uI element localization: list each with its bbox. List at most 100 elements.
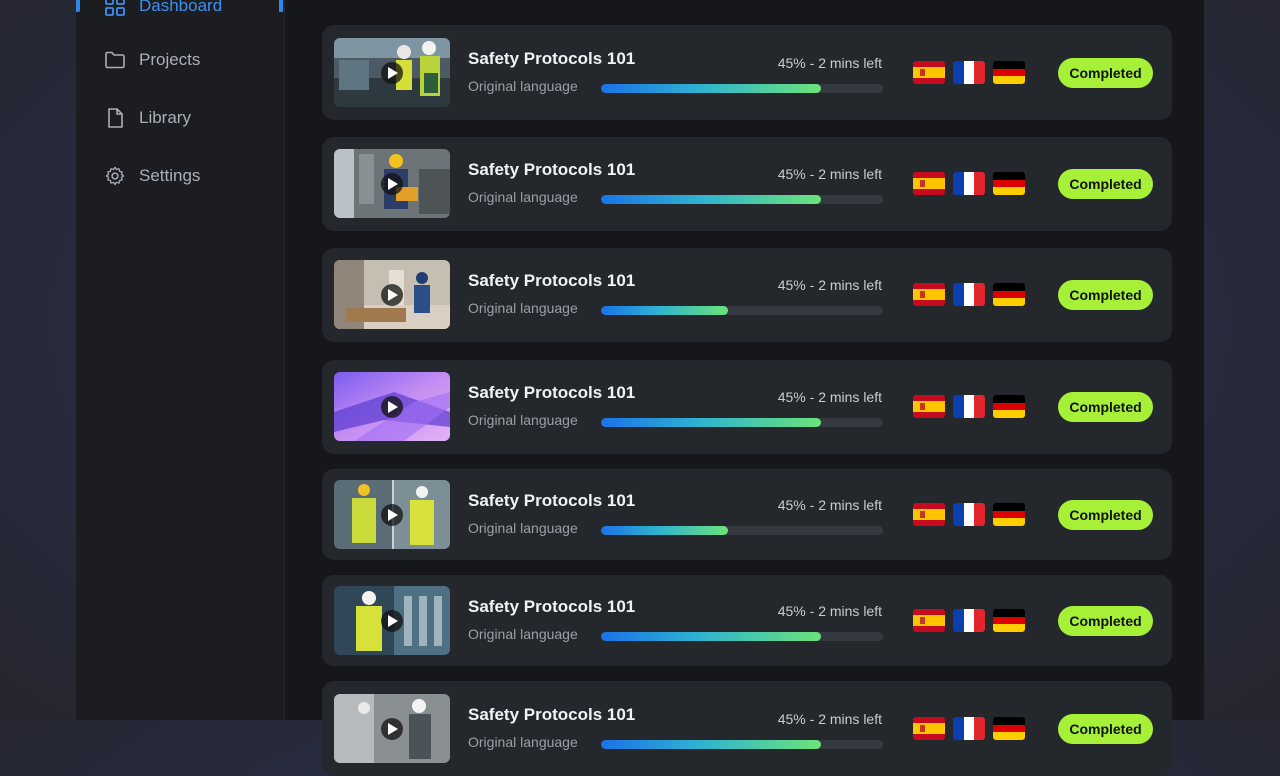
play-icon	[381, 396, 403, 418]
video-thumbnail[interactable]	[334, 372, 450, 441]
german-flag[interactable]	[993, 395, 1025, 418]
play-icon	[381, 284, 403, 306]
video-title: Safety Protocols 101	[468, 271, 636, 290]
video-thumbnail[interactable]	[334, 149, 450, 218]
status-badge: Completed	[1058, 169, 1153, 199]
video-title: Safety Protocols 101	[468, 383, 636, 402]
progress-fill	[601, 195, 821, 204]
progress-bar	[601, 632, 883, 641]
video-card[interactable]: Safety Protocols 101 Original language 4…	[322, 469, 1172, 560]
language-flags	[913, 717, 1025, 740]
progress-fill	[601, 632, 821, 641]
german-flag[interactable]	[993, 609, 1025, 632]
progress-text: 45% - 2 mins left	[777, 711, 882, 727]
status-badge: Completed	[1058, 714, 1153, 744]
french-flag[interactable]	[953, 283, 985, 306]
play-icon	[381, 504, 403, 526]
video-card[interactable]: Safety Protocols 101 Original language 4…	[322, 575, 1172, 666]
video-thumbnail[interactable]	[334, 260, 450, 329]
progress-text: 45% - 2 mins left	[777, 497, 882, 513]
sidebar-item-library[interactable]: Library	[76, 98, 284, 138]
status-badge: Completed	[1058, 606, 1153, 636]
spanish-flag[interactable]	[913, 61, 945, 84]
language-flags	[913, 283, 1025, 306]
video-subtitle: Original language	[468, 189, 578, 205]
german-flag[interactable]	[993, 503, 1025, 526]
active-indicator-right	[279, 0, 283, 12]
video-card[interactable]: Safety Protocols 101 Original language 4…	[322, 681, 1172, 776]
spanish-flag[interactable]	[913, 609, 945, 632]
progress-bar	[601, 740, 883, 749]
video-subtitle: Original language	[468, 412, 578, 428]
video-title: Safety Protocols 101	[468, 597, 636, 616]
french-flag[interactable]	[953, 395, 985, 418]
spanish-flag[interactable]	[913, 395, 945, 418]
active-indicator	[76, 0, 80, 12]
progress-text: 45% - 2 mins left	[777, 55, 882, 71]
video-subtitle: Original language	[468, 300, 578, 316]
status-badge: Completed	[1058, 280, 1153, 310]
video-title: Safety Protocols 101	[468, 705, 636, 724]
sidebar-item-label: Dashboard	[139, 0, 223, 15]
video-thumbnail[interactable]	[334, 38, 450, 107]
video-title: Safety Protocols 101	[468, 49, 636, 68]
progress-bar	[601, 84, 883, 93]
sidebar-item-settings[interactable]: Settings	[76, 156, 284, 196]
sidebar-item-label: Settings	[139, 166, 201, 185]
sidebar: Dashboard Projects Library Settings	[76, 0, 285, 720]
video-subtitle: Original language	[468, 78, 578, 94]
french-flag[interactable]	[953, 609, 985, 632]
spanish-flag[interactable]	[913, 717, 945, 740]
video-thumbnail[interactable]	[334, 694, 450, 763]
progress-bar	[601, 306, 883, 315]
folder-icon	[105, 51, 125, 69]
spanish-flag[interactable]	[913, 172, 945, 195]
status-badge: Completed	[1058, 392, 1153, 422]
file-icon	[108, 108, 123, 128]
gear-icon	[105, 166, 125, 186]
french-flag[interactable]	[953, 61, 985, 84]
progress-fill	[601, 740, 821, 749]
video-card[interactable]: Safety Protocols 101 Original language 4…	[322, 25, 1172, 120]
french-flag[interactable]	[953, 172, 985, 195]
dashboard-icon	[105, 0, 125, 16]
status-badge: Completed	[1058, 58, 1153, 88]
sidebar-item-label: Projects	[139, 50, 201, 69]
progress-fill	[601, 306, 728, 315]
language-flags	[913, 172, 1025, 195]
spanish-flag[interactable]	[913, 503, 945, 526]
progress-fill	[601, 84, 821, 93]
play-icon	[381, 610, 403, 632]
video-subtitle: Original language	[468, 734, 578, 750]
play-icon	[381, 62, 403, 84]
play-icon	[381, 173, 403, 195]
progress-bar	[601, 195, 883, 204]
status-badge: Completed	[1058, 500, 1153, 530]
app-window: Dashboard Projects Library Settings Safe…	[76, 0, 1204, 776]
language-flags	[913, 503, 1025, 526]
french-flag[interactable]	[953, 503, 985, 526]
progress-bar	[601, 418, 883, 427]
progress-text: 45% - 2 mins left	[777, 603, 882, 619]
video-card[interactable]: Safety Protocols 101 Original language 4…	[322, 248, 1172, 342]
spanish-flag[interactable]	[913, 283, 945, 306]
german-flag[interactable]	[993, 61, 1025, 84]
play-icon	[381, 718, 403, 740]
video-subtitle: Original language	[468, 626, 578, 642]
sidebar-item-projects[interactable]: Projects	[76, 40, 284, 80]
video-thumbnail[interactable]	[334, 480, 450, 549]
french-flag[interactable]	[953, 717, 985, 740]
progress-text: 45% - 2 mins left	[777, 166, 882, 182]
sidebar-item-dashboard[interactable]: Dashboard	[76, 0, 284, 26]
video-card[interactable]: Safety Protocols 101 Original language 4…	[322, 360, 1172, 454]
german-flag[interactable]	[993, 283, 1025, 306]
progress-text: 45% - 2 mins left	[777, 277, 882, 293]
progress-fill	[601, 526, 728, 535]
german-flag[interactable]	[993, 717, 1025, 740]
german-flag[interactable]	[993, 172, 1025, 195]
language-flags	[913, 395, 1025, 418]
progress-text: 45% - 2 mins left	[777, 389, 882, 405]
video-thumbnail[interactable]	[334, 586, 450, 655]
video-card[interactable]: Safety Protocols 101 Original language 4…	[322, 137, 1172, 231]
video-title: Safety Protocols 101	[468, 491, 636, 510]
